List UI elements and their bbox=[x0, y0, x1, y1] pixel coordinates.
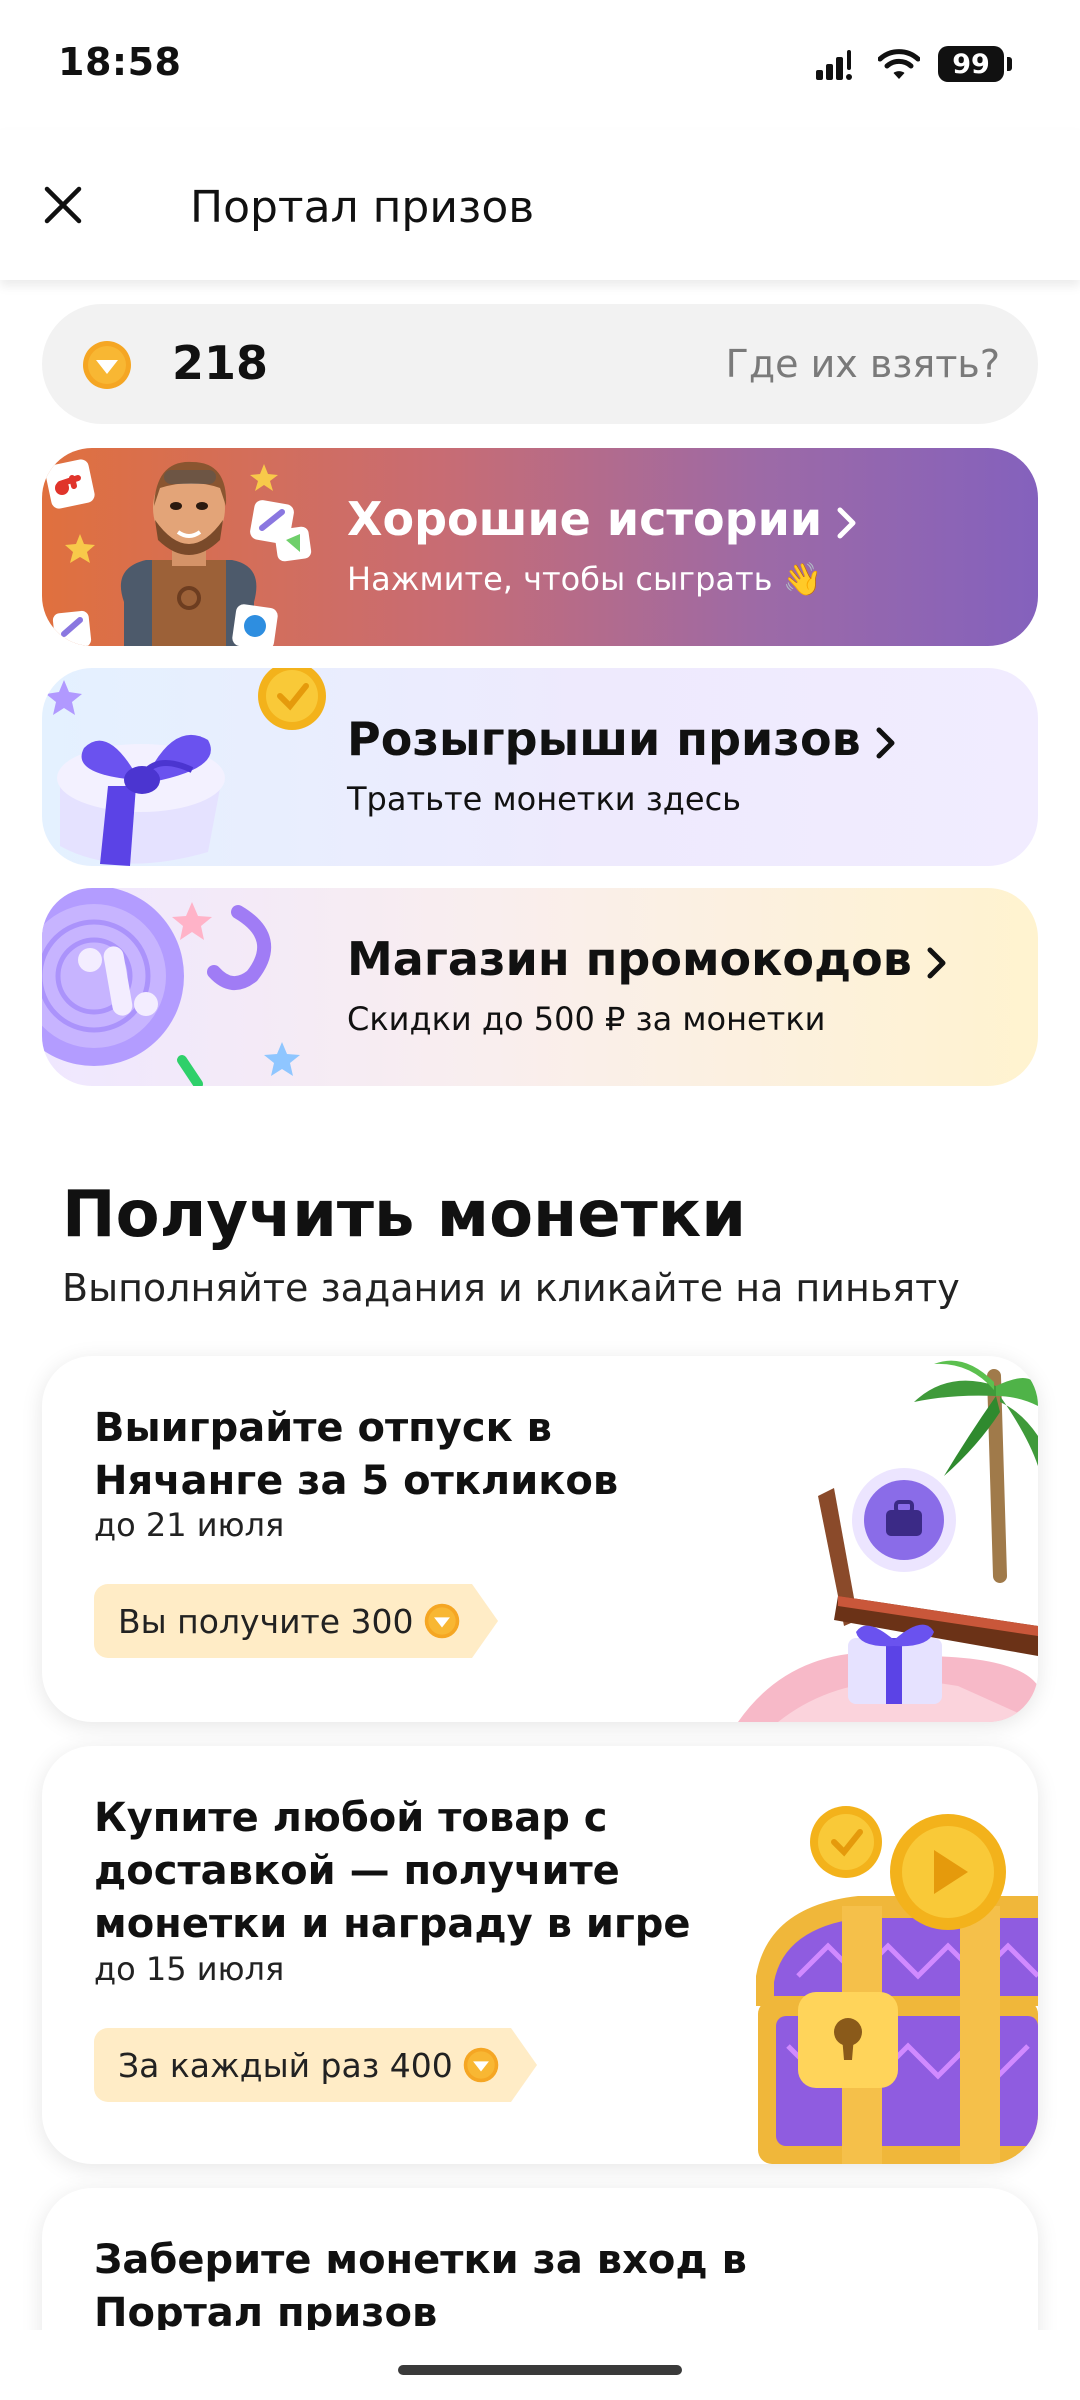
promo-subtitle: Нажмите, чтобы сыграть 👋 bbox=[347, 560, 823, 598]
reward-text: Вы получите 300 bbox=[118, 1601, 414, 1641]
task-deadline: до 15 июля bbox=[94, 1950, 285, 1988]
status-icons: 99 bbox=[816, 44, 1012, 84]
task-title: Выиграйте отпуск в Нячанге за 5 откликов bbox=[94, 1405, 619, 1504]
reward-badge: За каждый раз 400 bbox=[94, 2028, 537, 2102]
task-title: Купите любой товар с доставкой — получит… bbox=[94, 1795, 691, 1947]
coin-balance-bar: 218 Где их взять? bbox=[42, 304, 1038, 424]
promo-subtitle: Скидки до 500 ₽ за монетки bbox=[347, 1000, 826, 1038]
task-card-purchase[interactable]: Купите любой товар с доставкой — получит… bbox=[42, 1746, 1038, 2164]
promo-title: Магазин промокодов bbox=[347, 932, 948, 986]
wifi-icon bbox=[878, 49, 920, 79]
task-card-vacation[interactable]: Выиграйте отпуск в Нячанге за 5 откликов… bbox=[42, 1356, 1038, 1722]
promo-title: Хорошие истории bbox=[347, 492, 858, 546]
chevron-right-icon bbox=[876, 727, 895, 758]
page-title: Портал призов bbox=[190, 182, 535, 233]
section-subtitle: Выполняйте задания и кликайте на пиньяту bbox=[62, 1266, 960, 1310]
app-header: Портал призов bbox=[0, 130, 1080, 280]
game-character-illustration bbox=[45, 459, 312, 646]
task-deadline: до 21 июля bbox=[94, 1506, 285, 1544]
reward-text: За каждый раз 400 bbox=[118, 2045, 453, 2085]
beach-suitcase-illustration bbox=[738, 1360, 1038, 1722]
promo-good-stories[interactable]: Хорошие истории Нажмите, чтобы сыграть 👋 bbox=[42, 448, 1038, 646]
chevron-right-icon bbox=[837, 507, 856, 538]
close-icon bbox=[44, 186, 82, 224]
close-button[interactable] bbox=[30, 172, 96, 238]
coin-icon bbox=[424, 1603, 459, 1639]
status-bar: 18:58 99 bbox=[0, 0, 1080, 130]
chevron-right-icon bbox=[927, 947, 946, 978]
battery-indicator: 99 bbox=[938, 46, 1012, 82]
coin-balance-value: 218 bbox=[172, 336, 269, 390]
coin-icon bbox=[463, 2047, 499, 2083]
promo-title: Розыгрыши призов bbox=[347, 712, 897, 766]
section-title: Получить монетки bbox=[62, 1178, 747, 1252]
promo-subtitle: Тратьте монетки здесь bbox=[347, 780, 742, 818]
status-time: 18:58 bbox=[58, 40, 182, 84]
discount-coin-illustration bbox=[42, 888, 300, 1086]
signal-icon bbox=[816, 50, 852, 80]
promo-promocode-shop[interactable]: Магазин промокодов Скидки до 500 ₽ за мо… bbox=[42, 888, 1038, 1086]
gift-box-illustration bbox=[46, 668, 326, 866]
coin-icon bbox=[83, 341, 131, 389]
home-indicator[interactable] bbox=[398, 2365, 682, 2375]
reward-badge: Вы получите 300 bbox=[94, 1584, 498, 1658]
treasure-chest-illustration bbox=[756, 1806, 1038, 2164]
task-title: Заберите монетки за вход в Портал призов bbox=[94, 2237, 747, 2336]
promo-prize-draws[interactable]: Розыгрыши призов Тратьте монетки здесь bbox=[42, 668, 1038, 866]
where-to-get-link[interactable]: Где их взять? bbox=[726, 342, 1000, 386]
